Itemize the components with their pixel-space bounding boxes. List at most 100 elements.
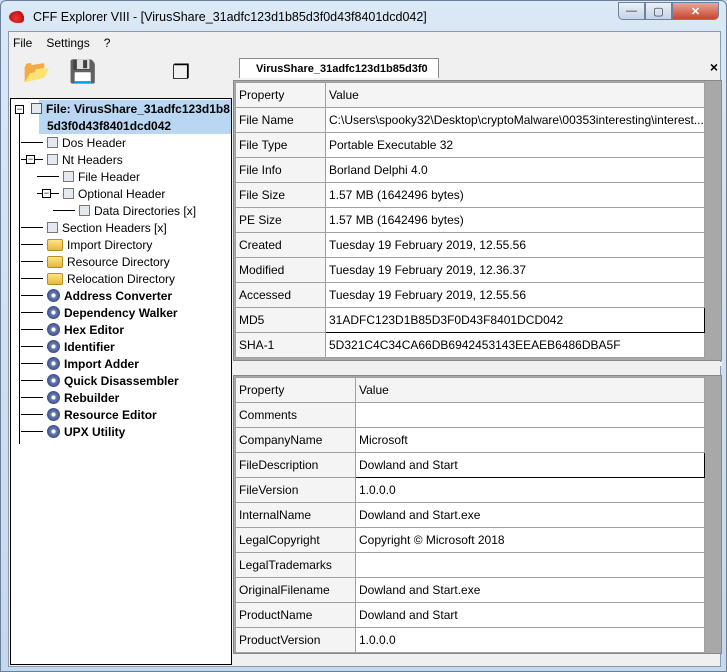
tree-tool-item[interactable]: UPX Utility [47, 423, 125, 440]
pane-splitter[interactable] [233, 362, 722, 366]
value-cell[interactable]: 1.57 MB (1642496 bytes) [325, 207, 705, 233]
close-tab-icon[interactable]: × [710, 59, 718, 75]
table-row[interactable]: FileDescription Dowland and Start [235, 452, 705, 478]
value-cell[interactable]: Portable Executable 32 [325, 132, 705, 158]
value-cell[interactable]: 1.0.0.0 [355, 627, 705, 653]
table-row[interactable]: Comments [235, 402, 705, 428]
tree-item[interactable]: Dos Header [47, 134, 126, 151]
app-icon [9, 11, 27, 23]
menu-settings[interactable]: Settings [46, 36, 89, 50]
value-cell[interactable]: 1.0.0.0 [355, 477, 705, 503]
property-cell: InternalName [235, 502, 356, 528]
file-info-pane: Property Value File Name C:\Users\spooky32\… [233, 80, 722, 361]
tree-root-file[interactable]: File: VirusShare_31adfc123d1b8 [31, 100, 230, 117]
header-icon [63, 188, 74, 199]
table-row[interactable]: File Size 1.57 MB (1642496 bytes) [235, 182, 705, 208]
table-row[interactable]: SHA-1 5D321C4C34CA66DB6942453143EEAEB6486… [235, 332, 705, 358]
tree-line [19, 114, 20, 444]
file-info-table: Property Value File Name C:\Users\spooky32\… [235, 82, 705, 358]
tree-item[interactable]: Section Headers [x] [47, 219, 167, 236]
value-cell[interactable]: Tuesday 19 February 2019, 12.55.56 [325, 282, 705, 308]
header-value[interactable]: Value [325, 82, 705, 108]
tree-tool-item[interactable]: Hex Editor [47, 321, 124, 338]
table-row[interactable]: File Type Portable Executable 32 [235, 132, 705, 158]
tree-tool-item[interactable]: Dependency Walker [47, 304, 178, 321]
value-cell[interactable]: Dowland and Start [355, 602, 705, 628]
header-property[interactable]: Property [235, 377, 356, 403]
table-row[interactable]: FileVersion 1.0.0.0 [235, 477, 705, 503]
windows-button[interactable]: ❐ [165, 56, 197, 88]
header-value[interactable]: Value [355, 377, 705, 403]
menu-help[interactable]: ? [104, 36, 111, 50]
table-row[interactable]: ProductName Dowland and Start [235, 602, 705, 628]
table-row[interactable]: LegalCopyright Copyright © Microsoft 2018 [235, 527, 705, 553]
tree-tool-item[interactable]: Address Converter [47, 287, 172, 304]
table-row[interactable]: Modified Tuesday 19 February 2019, 12.36.… [235, 257, 705, 283]
value-cell[interactable]: Copyright © Microsoft 2018 [355, 527, 705, 553]
collapse-root-toggle[interactable]: − [15, 105, 24, 114]
table-row[interactable]: Accessed Tuesday 19 February 2019, 12.55.… [235, 282, 705, 308]
value-cell[interactable] [355, 552, 705, 578]
value-cell[interactable]: Microsoft [355, 427, 705, 453]
collapse-toggle[interactable]: − [42, 189, 51, 198]
table-header: Property Value [235, 377, 705, 403]
property-cell: Modified [235, 257, 326, 283]
value-cell[interactable]: Tuesday 19 February 2019, 12.36.37 [325, 257, 705, 283]
value-cell[interactable]: C:\Users\spooky32\Desktop\cryptoMalware\… [325, 107, 705, 133]
tree-item[interactable]: Relocation Directory [47, 270, 175, 287]
value-cell[interactable] [355, 402, 705, 428]
tool-icon [47, 391, 60, 404]
value-cell[interactable]: 5D321C4C34CA66DB6942453143EEAEB6486DBA5F [325, 332, 705, 358]
tree-item[interactable]: File Header [63, 168, 140, 185]
open-file-button[interactable]: 📂 [21, 56, 53, 88]
tree-item[interactable]: Resource Directory [47, 253, 170, 270]
maximize-button[interactable]: ▢ [645, 2, 672, 20]
tree-tool-item[interactable]: Import Adder [47, 355, 139, 372]
value-cell[interactable]: Borland Delphi 4.0 [325, 157, 705, 183]
property-cell: PE Size [235, 207, 326, 233]
close-button[interactable]: ✕ [672, 2, 719, 20]
table-row[interactable]: File Info Borland Delphi 4.0 [235, 157, 705, 183]
value-cell[interactable]: 1.57 MB (1642496 bytes) [325, 182, 705, 208]
tab-file[interactable]: VirusShare_31adfc123d1b85d3f0 [239, 58, 439, 78]
collapse-toggle[interactable]: − [26, 155, 35, 164]
table-row[interactable]: OriginalFilename Dowland and Start.exe [235, 577, 705, 603]
table-row[interactable]: LegalTrademarks [235, 552, 705, 578]
tree-tool-item[interactable]: Resource Editor [47, 406, 157, 423]
file-tree[interactable]: − File: VirusShare_31adfc123d1b8 5d3f0d4… [10, 98, 232, 665]
minimize-button[interactable]: — [618, 2, 645, 20]
property-cell: FileVersion [235, 477, 356, 503]
table-row[interactable]: InternalName Dowland and Start.exe [235, 502, 705, 528]
menu-file[interactable]: File [13, 36, 32, 50]
value-cell[interactable]: 31ADFC123D1B85D3F0D43F8401DCD042 [325, 307, 705, 333]
tool-icon [47, 340, 60, 353]
tree-tool-item[interactable]: Rebuilder [47, 389, 119, 406]
table-row[interactable]: ProductVersion 1.0.0.0 [235, 627, 705, 653]
value-cell[interactable]: Dowland and Start [355, 452, 705, 478]
tree-item[interactable]: Optional Header [63, 185, 165, 202]
tool-icon [47, 357, 60, 370]
table-row[interactable]: Created Tuesday 19 February 2019, 12.55.5… [235, 232, 705, 258]
table-row[interactable]: MD5 31ADFC123D1B85D3F0D43F8401DCD042 [235, 307, 705, 333]
header-icon [79, 205, 90, 216]
property-cell: LegalCopyright [235, 527, 356, 553]
version-info-pane: Property Value Comments CompanyName Microsof… [233, 375, 722, 654]
value-cell[interactable]: Dowland and Start.exe [355, 577, 705, 603]
tab-bar: VirusShare_31adfc123d1b85d3f0 × [233, 52, 722, 78]
table-row[interactable]: PE Size 1.57 MB (1642496 bytes) [235, 207, 705, 233]
tree-item[interactable]: Data Directories [x] [79, 202, 196, 219]
tree-item[interactable]: Nt Headers [47, 151, 123, 168]
save-file-button[interactable]: 💾 [67, 56, 99, 88]
tree-tool-item[interactable]: Quick Disassembler [47, 372, 179, 389]
value-cell[interactable]: Dowland and Start.exe [355, 502, 705, 528]
tool-icon [47, 289, 60, 302]
table-row[interactable]: File Name C:\Users\spooky32\Desktop\crypt… [235, 107, 705, 133]
property-cell: Comments [235, 402, 356, 428]
tree-item[interactable]: Import Directory [47, 236, 152, 253]
table-row[interactable]: CompanyName Microsoft [235, 427, 705, 453]
folder-icon [47, 238, 63, 251]
header-property[interactable]: Property [235, 82, 326, 108]
value-cell[interactable]: Tuesday 19 February 2019, 12.55.56 [325, 232, 705, 258]
tree-tool-item[interactable]: Identifier [47, 338, 115, 355]
property-cell: File Info [235, 157, 326, 183]
